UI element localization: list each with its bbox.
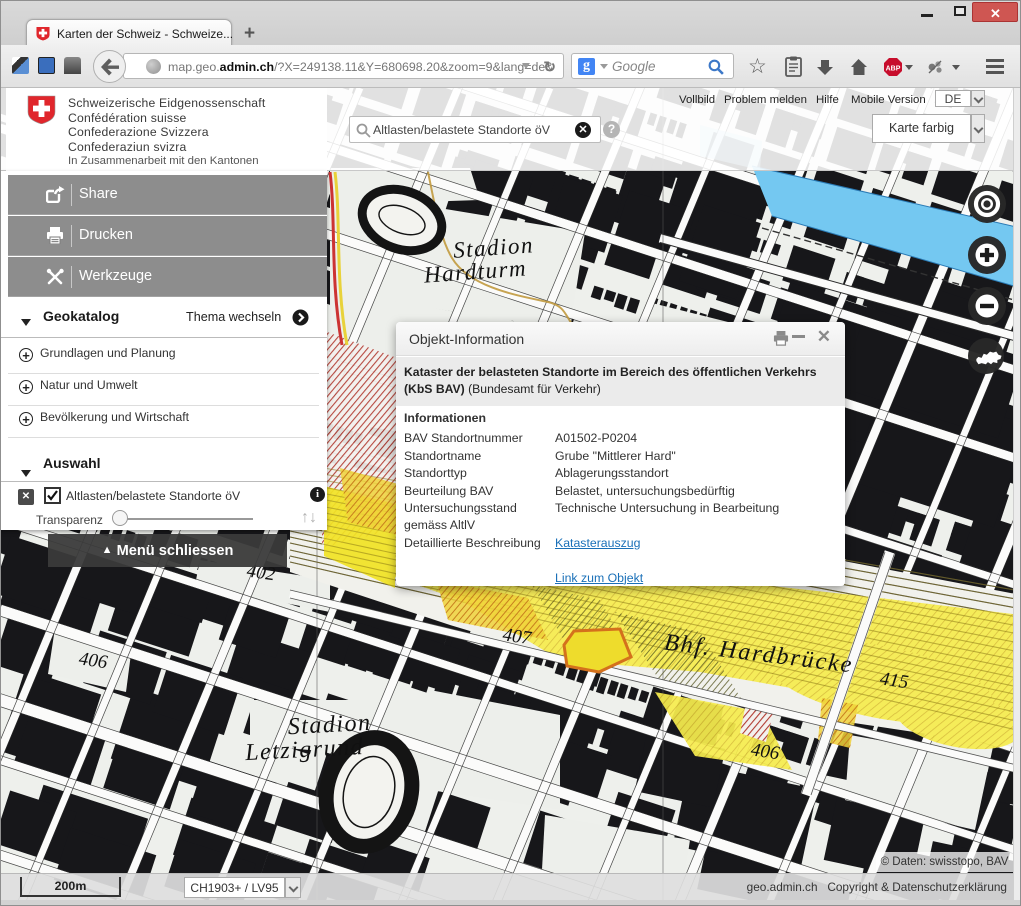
svg-text:406: 406 bbox=[78, 648, 110, 673]
svg-text:ABP: ABP bbox=[886, 66, 901, 73]
svg-text:415: 415 bbox=[879, 668, 910, 693]
svg-text:406: 406 bbox=[750, 739, 782, 764]
svg-text:407: 407 bbox=[501, 624, 534, 649]
